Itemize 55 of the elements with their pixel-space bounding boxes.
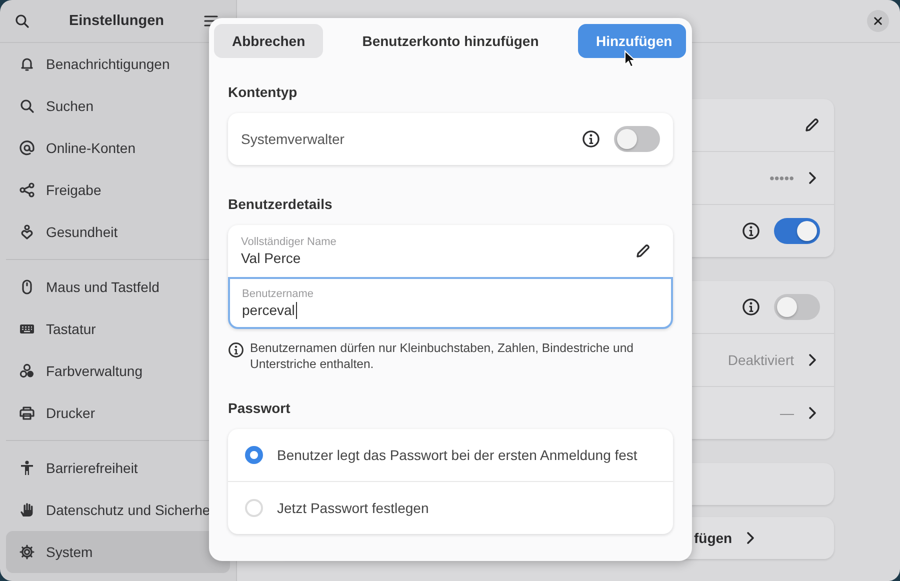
input-field[interactable]: Benutzername perceval bbox=[228, 277, 673, 329]
info-icon bbox=[228, 342, 244, 358]
sidebar-title: Einstellungen bbox=[68, 13, 166, 29]
toggle-switch[interactable] bbox=[614, 126, 660, 152]
close-icon bbox=[873, 16, 883, 26]
row-label[interactable]: fügen bbox=[694, 530, 732, 546]
sidebar-item[interactable]: Maus und Tastfeld bbox=[6, 266, 230, 308]
sidebar-item[interactable]: Suchen bbox=[6, 85, 230, 127]
option-label[interactable]: Jetzt Passwort festlegen bbox=[277, 500, 656, 516]
section-heading: Benutzerdetails bbox=[228, 196, 334, 212]
cursor-icon bbox=[624, 50, 636, 68]
close-button[interactable] bbox=[867, 10, 889, 32]
search-icon bbox=[14, 13, 30, 29]
circles-icon bbox=[19, 363, 35, 379]
hand-icon bbox=[19, 502, 35, 518]
sidebar-item[interactable]: Datenschutz und Sicherhe bbox=[6, 489, 230, 531]
pencil-icon bbox=[804, 117, 820, 133]
printer-icon bbox=[19, 405, 35, 421]
text-cursor bbox=[296, 302, 297, 318]
sidebar-item[interactable]: Tastatur bbox=[6, 308, 230, 350]
field-label: Vollständiger Name bbox=[241, 236, 338, 248]
cancel-button[interactable]: Abbrechen bbox=[214, 24, 323, 58]
sidebar-item[interactable]: Freigabe bbox=[6, 169, 230, 211]
row-value: Deaktiviert bbox=[728, 352, 794, 368]
mouse-icon bbox=[19, 279, 35, 295]
sidebar-item[interactable]: Drucker bbox=[6, 392, 230, 434]
toggle-switch[interactable] bbox=[774, 218, 820, 244]
section-heading: Kontentyp bbox=[228, 84, 298, 100]
option-label[interactable]: Benutzer legt das Passwort bei der ersten Anmeldung fest bbox=[277, 447, 656, 463]
info-icon bbox=[742, 222, 760, 240]
row-label: Systemverwalter bbox=[241, 131, 346, 147]
dialog-title: Benutzerkonto hinzufügen bbox=[362, 33, 539, 49]
toggle-switch[interactable] bbox=[774, 294, 820, 320]
row-value: — bbox=[780, 405, 794, 421]
field-label: Benutzername bbox=[242, 288, 315, 300]
hint-text: Benutzernamen dürfen nur Kleinbuchstaben, Zahlen, Bindestriche und Unterstriche enthalten. bbox=[250, 340, 635, 372]
search-icon bbox=[19, 98, 35, 114]
sidebar-item[interactable]: Barrierefreiheit bbox=[6, 447, 230, 489]
at-sign-icon bbox=[19, 140, 35, 156]
info-icon bbox=[742, 298, 760, 316]
bell-icon bbox=[19, 56, 35, 72]
gear-icon bbox=[19, 544, 35, 560]
info-icon bbox=[582, 130, 600, 148]
share-icon bbox=[19, 182, 35, 198]
heart-person-icon bbox=[19, 224, 35, 240]
row-value: ••••• bbox=[769, 170, 794, 186]
pencil-icon bbox=[635, 243, 651, 259]
sidebar-item[interactable]: System bbox=[6, 531, 230, 573]
radio-button[interactable] bbox=[245, 446, 263, 464]
sidebar-item[interactable]: Online-Konten bbox=[6, 127, 230, 169]
section-heading: Passwort bbox=[228, 400, 292, 416]
sidebar-item[interactable]: Farbverwaltung bbox=[6, 350, 230, 392]
input-field[interactable]: Vollständiger Name Val Perce bbox=[228, 225, 673, 277]
sidebar-item[interactable]: Gesundheit bbox=[6, 211, 230, 253]
person-icon bbox=[19, 460, 35, 476]
